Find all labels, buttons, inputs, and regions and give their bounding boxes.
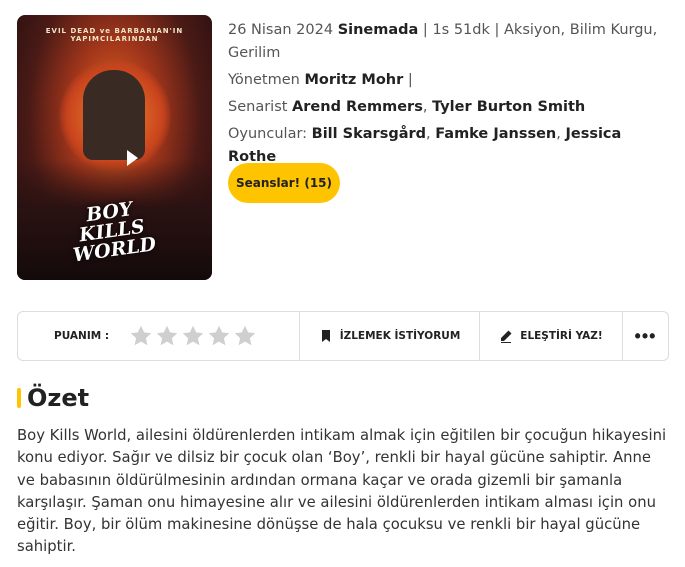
- play-icon[interactable]: [127, 150, 138, 166]
- director-label: Yönetmen: [228, 72, 300, 88]
- summary-text: Boy Kills World, ailesini öldürenlerden …: [17, 427, 667, 556]
- star-icon[interactable]: [181, 324, 205, 348]
- write-review-button[interactable]: ELEŞTİRİ YAZ!: [480, 312, 623, 360]
- director-line: Yönetmen Moritz Mohr |: [228, 72, 413, 88]
- director-link[interactable]: Moritz Mohr: [304, 72, 403, 88]
- summary-title: Özet: [27, 384, 90, 412]
- release-status: Sinemada: [337, 22, 419, 38]
- cast-label: Oyuncular:: [228, 126, 308, 142]
- heading-accent-bar: [17, 388, 21, 408]
- rating-label: PUANIM :: [54, 330, 110, 342]
- writer-link[interactable]: Arend Remmers: [292, 99, 423, 115]
- writer-link[interactable]: Tyler Burton Smith: [432, 99, 585, 115]
- duration: 1s 51dk: [432, 22, 490, 38]
- cast-link[interactable]: Famke Janssen: [435, 126, 556, 142]
- writer-line: Senarist Arend Remmers, Tyler Burton Smi…: [228, 99, 586, 115]
- summary-heading: Özet: [17, 381, 89, 415]
- watchlist-label: İZLEMEK İSTİYORUM: [339, 330, 461, 342]
- pencil-icon: [501, 330, 512, 343]
- cast-link[interactable]: Bill Skarsgård: [312, 126, 426, 142]
- bookmark-icon: [321, 330, 330, 342]
- showtimes-button[interactable]: Seanslar! (15): [228, 163, 340, 203]
- movie-info: 26 Nisan 2024 Sinemada | 1s 51dk | Aksiy…: [228, 19, 668, 173]
- watchlist-button[interactable]: İZLEMEK İSTİYORUM: [300, 312, 480, 360]
- poster-hero-figure: [83, 70, 145, 160]
- release-date: 26 Nisan 2024: [228, 22, 334, 38]
- star-icon[interactable]: [129, 324, 153, 348]
- star-icon[interactable]: [207, 324, 231, 348]
- rating-widget: PUANIM :: [18, 312, 300, 360]
- action-bar: PUANIM : İZLEMEK İSTİYORUM ELEŞTİRİ YAZ!…: [17, 311, 669, 361]
- movie-poster[interactable]: EVIL DEAD ve BARBARIAN'IN YAPIMCILARINDA…: [17, 15, 212, 280]
- poster-tagline: EVIL DEAD ve BARBARIAN'IN YAPIMCILARINDA…: [45, 27, 184, 43]
- review-label: ELEŞTİRİ YAZ!: [520, 330, 603, 342]
- writer-label: Senarist: [228, 99, 288, 115]
- star-icon[interactable]: [233, 324, 257, 348]
- more-dots-icon: •••: [634, 326, 657, 346]
- star-icon[interactable]: [155, 324, 179, 348]
- release-line: 26 Nisan 2024 Sinemada | 1s 51dk | Aksiy…: [228, 22, 658, 61]
- more-options-button[interactable]: •••: [623, 312, 668, 360]
